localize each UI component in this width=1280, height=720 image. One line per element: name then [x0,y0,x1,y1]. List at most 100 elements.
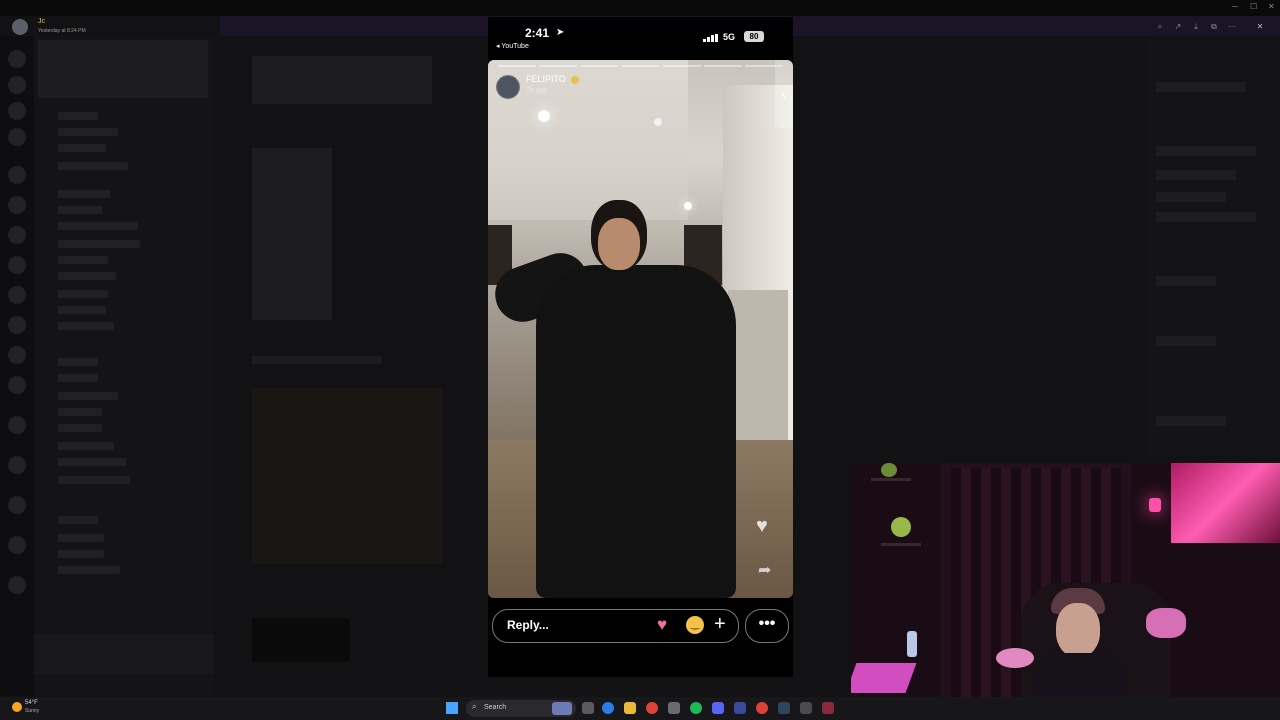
channel-item[interactable] [58,162,128,170]
steam-icon[interactable] [778,702,790,714]
maximize-icon[interactable]: ☐ [1250,2,1257,11]
story-avatar[interactable] [496,75,520,99]
more-icon[interactable]: ⋯ [1226,21,1238,33]
channel-item[interactable] [58,306,106,314]
server-icon[interactable] [8,76,26,94]
zoom-icon[interactable]: ⌕ [1154,21,1166,33]
channel-item[interactable] [58,322,114,330]
store-icon[interactable] [668,702,680,714]
phone-screenshot: 2:41 ➤ ◂ YouTube 5G 80 FELIPITO 7h ago ‹… [488,17,793,677]
channel-item[interactable] [58,566,120,574]
server-icon[interactable] [8,576,26,594]
app-icon[interactable] [734,702,746,714]
member-item[interactable] [1156,276,1216,286]
server-icon[interactable] [8,346,26,364]
channel-item[interactable] [58,408,102,416]
message-attachment[interactable] [252,56,432,104]
spotify-icon[interactable] [690,702,702,714]
channel-item[interactable] [58,424,102,432]
channel-item[interactable] [58,222,138,230]
message-attachment[interactable] [252,148,332,320]
channel-item[interactable] [58,190,110,198]
channel-item[interactable] [58,534,104,542]
channel-item[interactable] [58,458,126,466]
member-item[interactable] [1156,170,1236,180]
minimize-icon[interactable]: ─ [1232,2,1238,11]
status-time: 2:41 [525,26,550,40]
back-to-app-link[interactable]: ◂ YouTube [496,42,529,50]
server-icon[interactable] [8,166,26,184]
share-icon[interactable]: ➦ [758,560,771,580]
server-icon[interactable] [8,536,26,554]
channel-item[interactable] [58,256,108,264]
forward-icon[interactable]: ↗ [1172,21,1184,33]
member-item[interactable] [1156,192,1226,202]
channel-item[interactable] [58,374,98,382]
server-icon[interactable] [8,456,26,474]
member-item[interactable] [1156,146,1256,156]
heart-reaction-icon[interactable]: ♥ [657,615,667,635]
channel-item[interactable] [58,112,98,120]
channel-item[interactable] [58,516,98,524]
channel-item[interactable] [58,206,102,214]
channel-item[interactable] [58,358,98,366]
story-username[interactable]: FELIPITO [526,74,566,84]
member-item[interactable] [1156,82,1246,92]
window-close-icon[interactable]: ✕ [1268,2,1275,11]
server-icon[interactable] [8,256,26,274]
app-icon[interactable] [800,702,812,714]
server-icon[interactable] [8,226,26,244]
member-item[interactable] [1156,336,1216,346]
server-icon[interactable] [8,286,26,304]
file-explorer-icon[interactable] [624,702,636,714]
close-icon[interactable]: ✕ [1254,21,1266,33]
story-progress-segment [498,65,537,67]
channel-item[interactable] [58,240,140,248]
story-view[interactable]: FELIPITO 7h ago ‹ ♥ ➦ [488,60,793,598]
discord-icon[interactable] [712,702,724,714]
add-reaction-icon[interactable]: + [714,613,726,636]
taskbar-search[interactable]: ⌕ Search [466,700,576,717]
windows-start-icon[interactable] [446,702,458,714]
channel-item[interactable] [58,272,116,280]
task-view-icon[interactable] [582,702,594,714]
app-icon[interactable] [756,702,768,714]
channel-item[interactable] [58,550,104,558]
laughing-emoji-icon[interactable]: ‿ [686,616,704,634]
server-icon[interactable] [8,50,26,68]
reply-input[interactable]: Reply... ♥ ‿ + [492,609,739,643]
message-attachment[interactable] [252,388,442,564]
edge-icon[interactable] [602,702,614,714]
channel-list [34,36,214,696]
ceiling-light [538,110,550,122]
chrome-icon[interactable] [646,702,658,714]
person-face [598,218,640,270]
channel-item[interactable] [58,476,130,484]
channel-item[interactable] [58,144,106,152]
channel-item[interactable] [58,442,114,450]
open-external-icon[interactable]: ⧉ [1208,21,1220,33]
user-notification[interactable]: Jc Yesterday at 8:24 PM [8,16,128,38]
server-icon[interactable] [8,102,26,120]
collapse-chevron-icon[interactable]: ‹ [775,60,793,128]
more-options-button[interactable]: ••• [745,609,789,643]
member-item[interactable] [1156,212,1256,222]
server-icon[interactable] [8,376,26,394]
server-icon[interactable] [8,196,26,214]
channel-item[interactable] [58,392,118,400]
heart-icon[interactable]: ♥ [756,515,768,538]
channel-item[interactable] [58,128,118,136]
server-icon[interactable] [8,128,26,146]
sun-icon[interactable] [12,702,22,712]
channel-item[interactable] [58,290,108,298]
server-icon[interactable] [8,316,26,334]
server-icon[interactable] [8,496,26,514]
message-attachment[interactable] [252,618,350,662]
member-item[interactable] [1156,416,1226,426]
server-icon[interactable] [8,416,26,434]
bottle [907,631,917,657]
app-icon[interactable] [822,702,834,714]
download-icon[interactable]: ⤓ [1190,21,1202,33]
story-progress-segment [703,65,742,67]
image-viewer-toolbar: ⌕ ↗ ⤓ ⧉ ⋯ ✕ [1150,18,1274,36]
